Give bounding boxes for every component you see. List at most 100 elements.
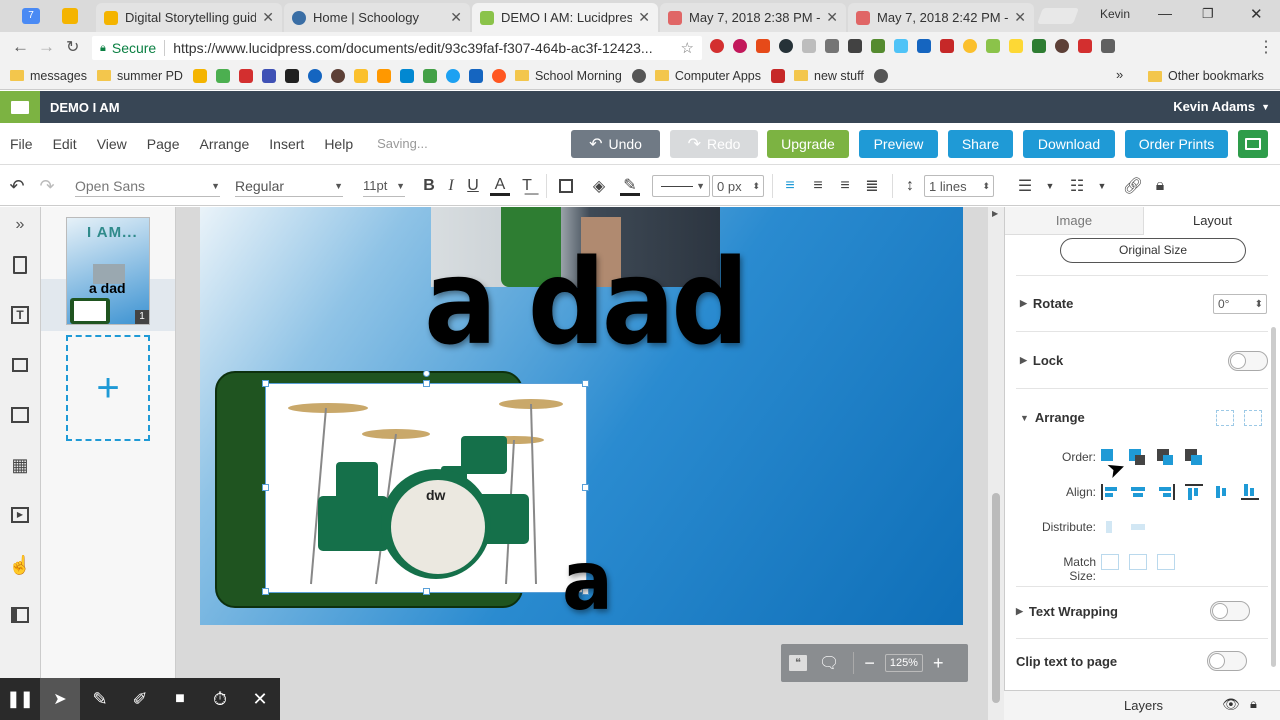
resize-handle[interactable] <box>582 380 589 387</box>
browser-tab-1[interactable]: Home | Schoology ✕ <box>284 3 470 32</box>
bring-forward-icon[interactable] <box>1129 449 1147 465</box>
resize-handle[interactable] <box>423 380 430 387</box>
line-spacing-input[interactable]: 1 lines ⬍ <box>924 175 994 197</box>
chrome-menu-icon[interactable]: ⋮ <box>1258 37 1274 57</box>
expand-panel-icon[interactable]: » <box>8 215 32 235</box>
match-both-icon[interactable] <box>1101 554 1119 570</box>
font-family-select[interactable]: Open Sans ▼ <box>75 175 220 197</box>
text-wrapping-section-header[interactable]: ▶ Text Wrapping <box>1016 604 1118 619</box>
menu-help[interactable]: Help <box>324 136 353 152</box>
link-icon[interactable]: 🔗︎ <box>1122 176 1144 196</box>
lock-layer-icon[interactable]: 🔒︎ <box>1250 696 1257 712</box>
align-center-h-icon[interactable] <box>1129 484 1147 500</box>
browser-tab-4[interactable]: May 7, 2018 2:42 PM - S ✕ <box>848 3 1034 32</box>
extension-icon[interactable] <box>756 39 770 53</box>
bookmark-icon[interactable] <box>399 68 414 83</box>
align-right-edge-icon[interactable] <box>1157 484 1175 500</box>
resize-handle[interactable] <box>262 484 269 491</box>
text-size-icon[interactable]: T͟ <box>516 176 538 196</box>
menu-edit[interactable]: Edit <box>53 136 77 152</box>
tab-close-icon[interactable]: ✕ <box>1014 9 1026 26</box>
slide-text-dad[interactable]: a dad <box>424 243 749 361</box>
align-middle-v-icon[interactable] <box>1213 484 1231 500</box>
webcam-icon[interactable]: ■ <box>160 690 200 708</box>
line-color-icon[interactable]: ✎ <box>620 176 640 196</box>
browser-tab-2[interactable]: DEMO I AM: Lucidpress ✕ <box>472 3 658 32</box>
extension-icon[interactable] <box>940 39 954 53</box>
scroll-up-icon[interactable]: ▶ <box>992 209 998 218</box>
schoology-icon[interactable] <box>307 68 322 83</box>
align-left-edge-icon[interactable] <box>1101 484 1119 500</box>
comment-icon[interactable]: 🗨︎ <box>819 653 839 673</box>
stroke-width-input[interactable]: 0 px ⬍ <box>712 175 764 197</box>
extension-icon[interactable] <box>1101 39 1115 53</box>
user-menu[interactable]: Kevin Adams ▼ <box>1173 99 1270 114</box>
image-icon[interactable] <box>8 403 32 427</box>
browser-tab-0[interactable]: Digital Storytelling guide ✕ <box>96 3 282 32</box>
redo-icon[interactable]: ↷ <box>36 176 58 196</box>
clip-text-toggle[interactable] <box>1207 651 1247 671</box>
match-height-icon[interactable] <box>1157 554 1175 570</box>
video-icon[interactable]: ▶ <box>8 503 32 527</box>
justify-icon[interactable]: ≣ <box>862 176 882 196</box>
zoom-level[interactable]: 125% <box>884 654 923 672</box>
extension-icon[interactable] <box>779 39 793 53</box>
tab-close-icon[interactable]: ✕ <box>638 9 650 26</box>
highlighter-icon[interactable]: ✐ <box>120 689 160 710</box>
distribute-horizontal-icon[interactable] <box>1101 519 1119 535</box>
menu-file[interactable]: File <box>10 136 33 152</box>
timer-icon[interactable]: ⏱︎ <box>200 689 240 710</box>
fill-color-icon[interactable]: ◈ <box>588 176 610 196</box>
zoom-in-icon[interactable]: + <box>933 653 944 674</box>
scrollbar-thumb[interactable] <box>992 493 1000 703</box>
other-bookmarks[interactable]: Other bookmarks <box>1148 69 1264 83</box>
preview-button[interactable]: Preview <box>859 130 938 158</box>
text-tool-icon[interactable]: T <box>8 303 32 327</box>
resize-handle[interactable] <box>423 588 430 595</box>
apple-icon[interactable] <box>873 68 888 83</box>
bookmark-icon[interactable] <box>468 68 483 83</box>
bookmark-icon[interactable] <box>330 68 345 83</box>
gmail-icon[interactable] <box>238 68 253 83</box>
twitter-icon[interactable] <box>445 68 460 83</box>
bookmark-icon[interactable] <box>215 68 230 83</box>
menu-insert[interactable]: Insert <box>269 136 304 152</box>
font-size-select[interactable]: 11pt ▼ <box>363 175 405 197</box>
canvas-scrollbar[interactable]: ▶ <box>988 207 1004 720</box>
distribute-vertical-icon[interactable] <box>1129 519 1147 535</box>
tab-layout[interactable]: Layout <box>1143 207 1280 235</box>
page-thumbnail[interactable]: I AM... a dad 1 <box>66 217 150 325</box>
bookmark-icon[interactable] <box>261 68 276 83</box>
pen-icon[interactable]: ✎ <box>80 689 120 710</box>
lock-icon[interactable]: 🔒︎ <box>1150 176 1170 196</box>
stepper-icon[interactable]: ⬍ <box>752 181 760 192</box>
extension-icon[interactable] <box>1032 39 1046 53</box>
tab-overview-icon[interactable]: 7 <box>22 8 40 24</box>
star-icon[interactable]: ☆ <box>681 39 694 57</box>
menu-arrange[interactable]: Arrange <box>199 136 249 152</box>
match-width-icon[interactable] <box>1129 554 1147 570</box>
download-button[interactable]: Download <box>1023 130 1115 158</box>
order-prints-button[interactable]: Order Prints <box>1125 130 1228 158</box>
classroom-share-button[interactable] <box>1238 130 1268 158</box>
bookmark-school-morning[interactable]: School Morning <box>514 69 622 83</box>
bookmark-summer-pd[interactable]: summer PD <box>96 69 183 83</box>
tab-close-icon[interactable]: ✕ <box>450 9 462 26</box>
rotate-section-header[interactable]: ▶ Rotate <box>1020 296 1073 311</box>
menu-view[interactable]: View <box>97 136 127 152</box>
minimize-icon[interactable]: — <box>1158 5 1172 21</box>
bookmark-icon[interactable] <box>376 68 391 83</box>
resize-handle[interactable] <box>262 588 269 595</box>
extension-icon[interactable] <box>1078 39 1092 53</box>
menu-page[interactable]: Page <box>147 136 180 152</box>
documents-folder-button[interactable] <box>0 91 40 123</box>
hide-layer-icon[interactable]: 👁︎ <box>1222 696 1240 713</box>
slide-text-drummer[interactable]: a drummer <box>562 541 941 626</box>
tab-close-icon[interactable]: ✕ <box>826 9 838 26</box>
rotate-input[interactable]: 0° ⬍ <box>1213 294 1267 314</box>
send-to-back-icon[interactable] <box>1185 449 1203 465</box>
original-size-button[interactable]: Original Size <box>1060 238 1246 263</box>
zoom-out-icon[interactable]: − <box>864 653 875 674</box>
bookmark-computer-apps[interactable]: Computer Apps <box>654 69 761 83</box>
lock-section-header[interactable]: ▶ Lock <box>1020 353 1063 368</box>
